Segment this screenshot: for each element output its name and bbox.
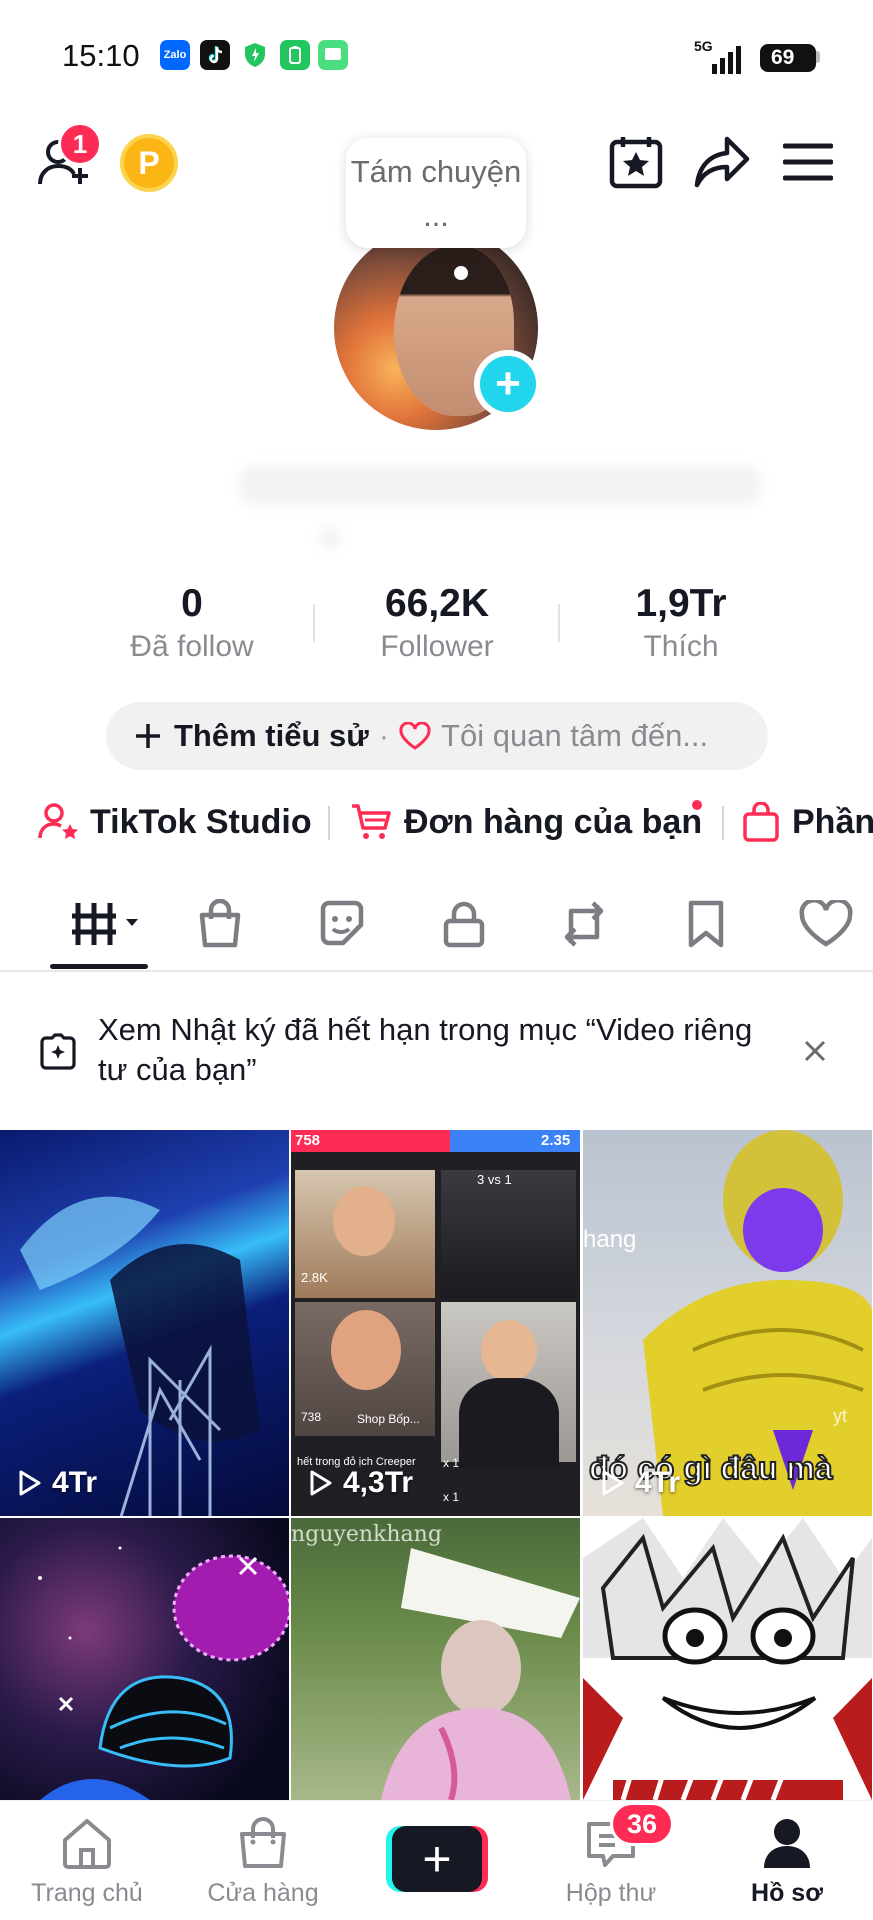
shop-icon	[240, 1817, 286, 1868]
orders-notification-dot	[692, 800, 702, 810]
video-thumbnail[interactable]	[583, 1518, 872, 1800]
video-thumbnail[interactable]: 4Tr	[0, 1130, 289, 1516]
play-icon	[19, 1470, 41, 1496]
network-indicator: 5G	[694, 38, 741, 74]
shopping-bag-icon	[199, 899, 241, 948]
shortcut-divider	[722, 806, 724, 840]
sticker-icon	[320, 900, 364, 946]
stat-divider	[558, 604, 560, 642]
view-count: 4,3Tr	[305, 1466, 413, 1500]
liked-tab[interactable]	[796, 896, 856, 952]
favorites-tab[interactable]	[676, 896, 736, 952]
stat-divider	[313, 604, 315, 642]
shortcut-divider	[328, 806, 330, 840]
user-star-icon	[38, 803, 78, 839]
play-icon	[310, 1470, 332, 1496]
video-thumbnail[interactable]: 758 2.35 3 vs 1 2.8K 738 Shop Bốp... hết…	[291, 1130, 580, 1516]
status-bar: 15:10 Zalo 5G 69	[0, 0, 873, 110]
bio-pill[interactable]: Thêm tiểu sử · Tôi quan tâm đến...	[106, 702, 768, 770]
battery-indicator: 69	[760, 44, 816, 72]
nav-profile[interactable]: Hồ sơ	[712, 1816, 862, 1908]
battery-tip	[816, 51, 820, 63]
create-icon: +	[392, 1826, 482, 1892]
tiktok-icon	[200, 40, 230, 70]
battery-saver-icon	[280, 40, 310, 70]
rewards-shortcut[interactable]: Phần	[742, 796, 873, 848]
heart-outline-icon	[799, 900, 853, 947]
grid-icon	[72, 903, 138, 945]
handle-blurred	[320, 526, 340, 548]
coin-icon[interactable]: P	[120, 134, 178, 192]
bookmark-icon	[688, 900, 724, 948]
profile-icon	[764, 1819, 810, 1868]
videos-grid-tab[interactable]	[68, 896, 148, 952]
calendar-star-icon	[609, 137, 663, 189]
bag-icon	[743, 802, 779, 842]
likes-stat[interactable]: 1,9Tr Thích	[571, 582, 791, 664]
shop-tab[interactable]	[190, 896, 250, 952]
note-tooltip-dot	[454, 266, 468, 280]
following-stat[interactable]: 0 Đã follow	[82, 582, 302, 664]
share-button[interactable]	[690, 130, 754, 194]
note-tooltip[interactable]: Tám chuyện ...	[346, 138, 526, 248]
tabs-divider	[0, 970, 873, 972]
status-time: 15:10	[62, 38, 140, 73]
create-button[interactable]: +	[386, 1826, 488, 1892]
lock-icon	[443, 901, 485, 948]
sparkle-camera-icon	[38, 1032, 78, 1072]
menu-icon	[783, 143, 833, 181]
bio-separator: ·	[378, 718, 390, 753]
repost-icon	[564, 901, 604, 947]
video-thumbnail[interactable]: nguyenkhang	[291, 1518, 580, 1800]
private-tab[interactable]	[434, 896, 494, 952]
reposts-tab[interactable]	[554, 896, 614, 952]
nav-shop[interactable]: Cửa hàng	[188, 1816, 338, 1908]
share-icon	[694, 136, 750, 188]
menu-button[interactable]	[780, 134, 836, 190]
stickers-tab[interactable]	[312, 896, 372, 952]
plus-icon	[136, 724, 160, 748]
interest-label[interactable]: Tôi quan tâm đến...	[441, 718, 708, 754]
followers-stat[interactable]: 66,2K Follower	[327, 582, 547, 664]
play-icon	[602, 1470, 624, 1496]
chat-icon	[318, 40, 348, 70]
video-thumbnail[interactable]: hang yt đó có gì đâu mà 4Tr	[583, 1130, 872, 1516]
shield-icon	[240, 40, 270, 70]
inbox-badge: 36	[610, 1802, 674, 1846]
close-icon	[804, 1040, 826, 1062]
add-story-button[interactable]: +	[474, 350, 542, 418]
view-count: 4Tr	[14, 1466, 97, 1500]
calendar-button[interactable]	[606, 132, 666, 192]
home-icon	[63, 1819, 111, 1869]
video-thumbnail[interactable]	[0, 1518, 289, 1800]
nav-home[interactable]: Trang chủ	[12, 1816, 162, 1908]
tiktok-studio-shortcut[interactable]: TikTok Studio	[38, 796, 312, 848]
expired-diary-notice[interactable]: Xem Nhật ký đã hết hạn trong mục “Video …	[98, 1010, 778, 1090]
add-bio-label[interactable]: Thêm tiểu sử	[174, 718, 369, 754]
heart-icon	[399, 722, 431, 750]
zalo-icon: Zalo	[160, 40, 190, 70]
active-tab-indicator	[50, 964, 148, 969]
close-notice-button[interactable]	[800, 1036, 830, 1066]
friend-request-badge: 1	[58, 122, 102, 166]
cart-icon	[352, 804, 391, 839]
username-blurred	[240, 466, 760, 504]
view-count: 4Tr	[597, 1466, 680, 1500]
orders-shortcut[interactable]: Đơn hàng của bạn	[350, 796, 702, 848]
